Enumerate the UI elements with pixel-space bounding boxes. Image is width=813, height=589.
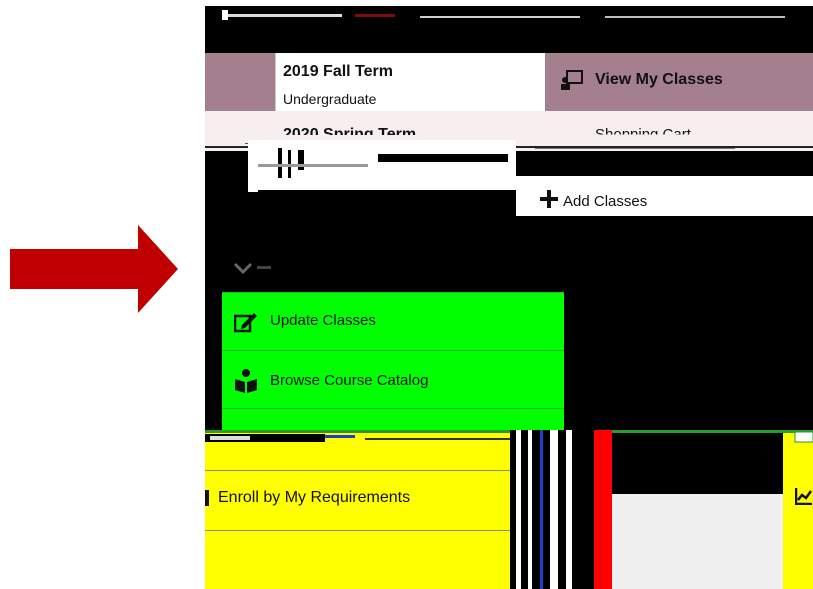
divider (205, 470, 510, 471)
menu-item-partial[interactable] (222, 408, 564, 431)
reading-icon (235, 369, 257, 393)
chart-line-icon (795, 488, 813, 505)
pointer-arrow-head (138, 225, 178, 313)
top-bar (205, 6, 813, 53)
side-panel-right (783, 431, 813, 589)
red-stripe (594, 430, 612, 589)
chevron-down-icon[interactable] (233, 262, 273, 276)
enrollment-menu-header (222, 262, 564, 292)
update-classes-item[interactable]: Update Classes (222, 292, 564, 351)
glitch-text-fragment (258, 148, 508, 178)
browse-catalog-label: Browse Course Catalog (270, 372, 429, 389)
add-classes-button[interactable] (516, 176, 813, 216)
enroll-requirements-link[interactable]: Enroll by My Requirements (218, 489, 410, 507)
requirements-panel (205, 431, 510, 589)
view-my-classes-label: View My Classes (595, 71, 723, 88)
classroom-icon (561, 70, 583, 90)
glitch-strip (205, 430, 813, 443)
update-classes-label: Update Classes (270, 312, 376, 329)
header-band-left (205, 53, 275, 111)
list-bullet-icon (205, 490, 209, 506)
edit-icon (234, 313, 257, 333)
add-classes-label: Add Classes (563, 193, 648, 210)
content-fragment (612, 494, 783, 589)
divider (205, 530, 510, 531)
topbar-glitch-lines (222, 10, 785, 20)
term-dropdown-fragment (248, 140, 516, 192)
pointer-arrow-body (10, 249, 142, 289)
plus-icon (540, 190, 558, 208)
browse-catalog-item[interactable]: Browse Course Catalog (222, 350, 564, 409)
term-career: Undergraduate (283, 91, 377, 107)
term-title: 2019 Fall Term (283, 63, 393, 80)
dark-fragment (258, 190, 516, 220)
